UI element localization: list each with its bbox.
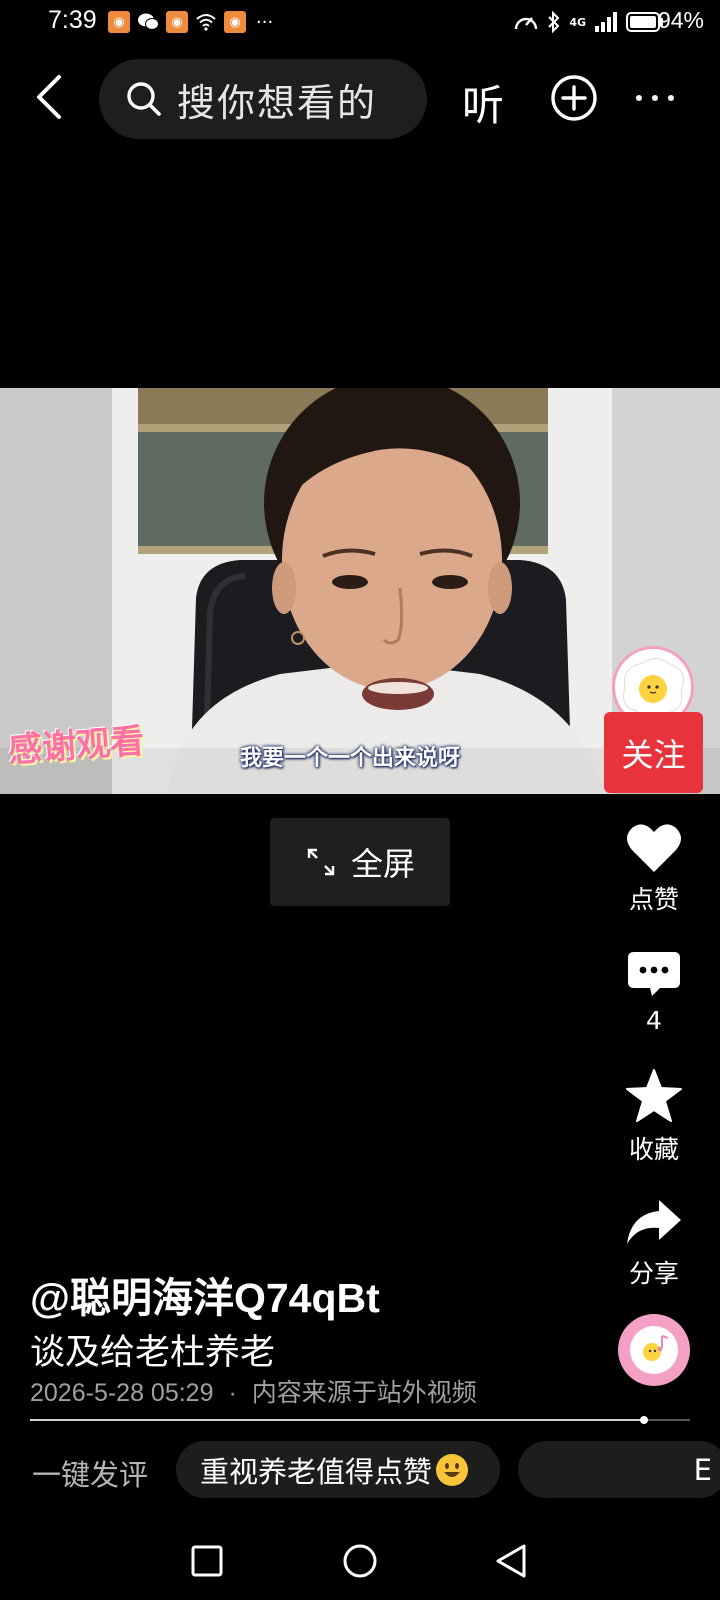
back-nav-icon[interactable] bbox=[494, 1543, 528, 1579]
recent-apps-icon[interactable] bbox=[190, 1544, 224, 1578]
comment-icon bbox=[628, 952, 680, 996]
video-title: 谈及给老杜养老 bbox=[30, 1333, 276, 1373]
smile-emoji-icon bbox=[436, 1453, 469, 1486]
notification-icons: ◉ ◉ ◉ ··· bbox=[108, 11, 273, 33]
thanks-sticker: 感谢观看 bbox=[7, 721, 146, 771]
author-name[interactable]: @聪明海洋Q74qBt bbox=[30, 1264, 380, 1324]
more-dot bbox=[668, 95, 674, 101]
quick-comment-chip[interactable]: 重视养老值得点赞 bbox=[176, 1441, 500, 1498]
search-input[interactable]: 搜你想看的 bbox=[99, 59, 427, 139]
video-meta: 2026-5-28 05:29 · 内容来源于站外视频 bbox=[30, 1373, 477, 1409]
battery-percent: 94% bbox=[657, 7, 704, 33]
network-type-icon: 4G bbox=[569, 15, 586, 29]
meta-separator: · bbox=[228, 1379, 237, 1407]
bluetooth-icon bbox=[548, 10, 560, 34]
search-icon bbox=[127, 82, 161, 116]
quick-comment-label: 一键发评 bbox=[32, 1458, 149, 1492]
back-button[interactable] bbox=[26, 72, 72, 122]
wifi-icon bbox=[194, 11, 218, 33]
system-nav-bar bbox=[0, 1520, 720, 1600]
more-dot bbox=[652, 95, 658, 101]
more-notifications-icon: ··· bbox=[256, 11, 274, 33]
content-source: 内容来源于站外视频 bbox=[251, 1379, 477, 1407]
wechat-icon bbox=[136, 11, 160, 33]
notification-app-icon: ◉ bbox=[166, 11, 188, 33]
chip-text: E bbox=[693, 1452, 712, 1487]
fried-egg-icon bbox=[643, 1335, 669, 1361]
follow-button[interactable]: 关注 bbox=[604, 712, 703, 793]
favorite-label: 收藏 bbox=[628, 1135, 679, 1164]
progress-bar[interactable] bbox=[30, 1416, 690, 1424]
data-speed-icon bbox=[515, 17, 538, 30]
like-label: 点赞 bbox=[628, 885, 679, 914]
comment-count: 4 bbox=[646, 1006, 662, 1035]
chevron-left-icon bbox=[37, 75, 61, 119]
more-options-button[interactable] bbox=[636, 88, 682, 108]
system-icons: 4G bbox=[513, 10, 664, 34]
share-arrow-icon bbox=[627, 1200, 681, 1244]
like-button[interactable]: 点赞 bbox=[612, 822, 696, 916]
share-label: 分享 bbox=[628, 1259, 679, 1288]
music-disc[interactable] bbox=[618, 1314, 690, 1386]
progress-fill bbox=[30, 1419, 644, 1421]
comment-button[interactable]: 4 bbox=[612, 948, 696, 1035]
listen-button[interactable]: 听 bbox=[462, 72, 504, 133]
search-placeholder: 搜你想看的 bbox=[177, 80, 378, 125]
add-icon[interactable] bbox=[550, 74, 598, 122]
chip-text: 重视养老值得点赞 bbox=[200, 1454, 433, 1489]
signal-icon bbox=[595, 12, 617, 32]
star-icon bbox=[626, 1069, 682, 1122]
home-icon[interactable] bbox=[342, 1543, 378, 1579]
expand-icon bbox=[307, 848, 335, 876]
status-bar: 7:39 ◉ ◉ ◉ ··· 4G 94% bbox=[0, 0, 720, 46]
fullscreen-button[interactable]: 全屏 bbox=[270, 818, 450, 906]
music-disc-cover bbox=[630, 1326, 678, 1374]
status-time: 7:39 bbox=[48, 6, 97, 34]
video-subtitle: 我要一个一个出来说呀 bbox=[240, 746, 461, 771]
progress-knob[interactable] bbox=[639, 1416, 648, 1424]
publish-date: 2026-5-28 05:29 bbox=[30, 1379, 214, 1407]
heart-icon bbox=[627, 824, 681, 872]
follow-label: 关注 bbox=[621, 735, 686, 774]
notification-app-icon: ◉ bbox=[224, 11, 246, 33]
more-dot bbox=[636, 95, 642, 101]
share-button[interactable]: 分享 bbox=[612, 1196, 696, 1290]
quick-comment-chip[interactable]: E bbox=[518, 1441, 720, 1498]
favorite-button[interactable]: 收藏 bbox=[612, 1068, 696, 1166]
fullscreen-label: 全屏 bbox=[350, 845, 415, 883]
notification-app-icon: ◉ bbox=[108, 11, 130, 33]
